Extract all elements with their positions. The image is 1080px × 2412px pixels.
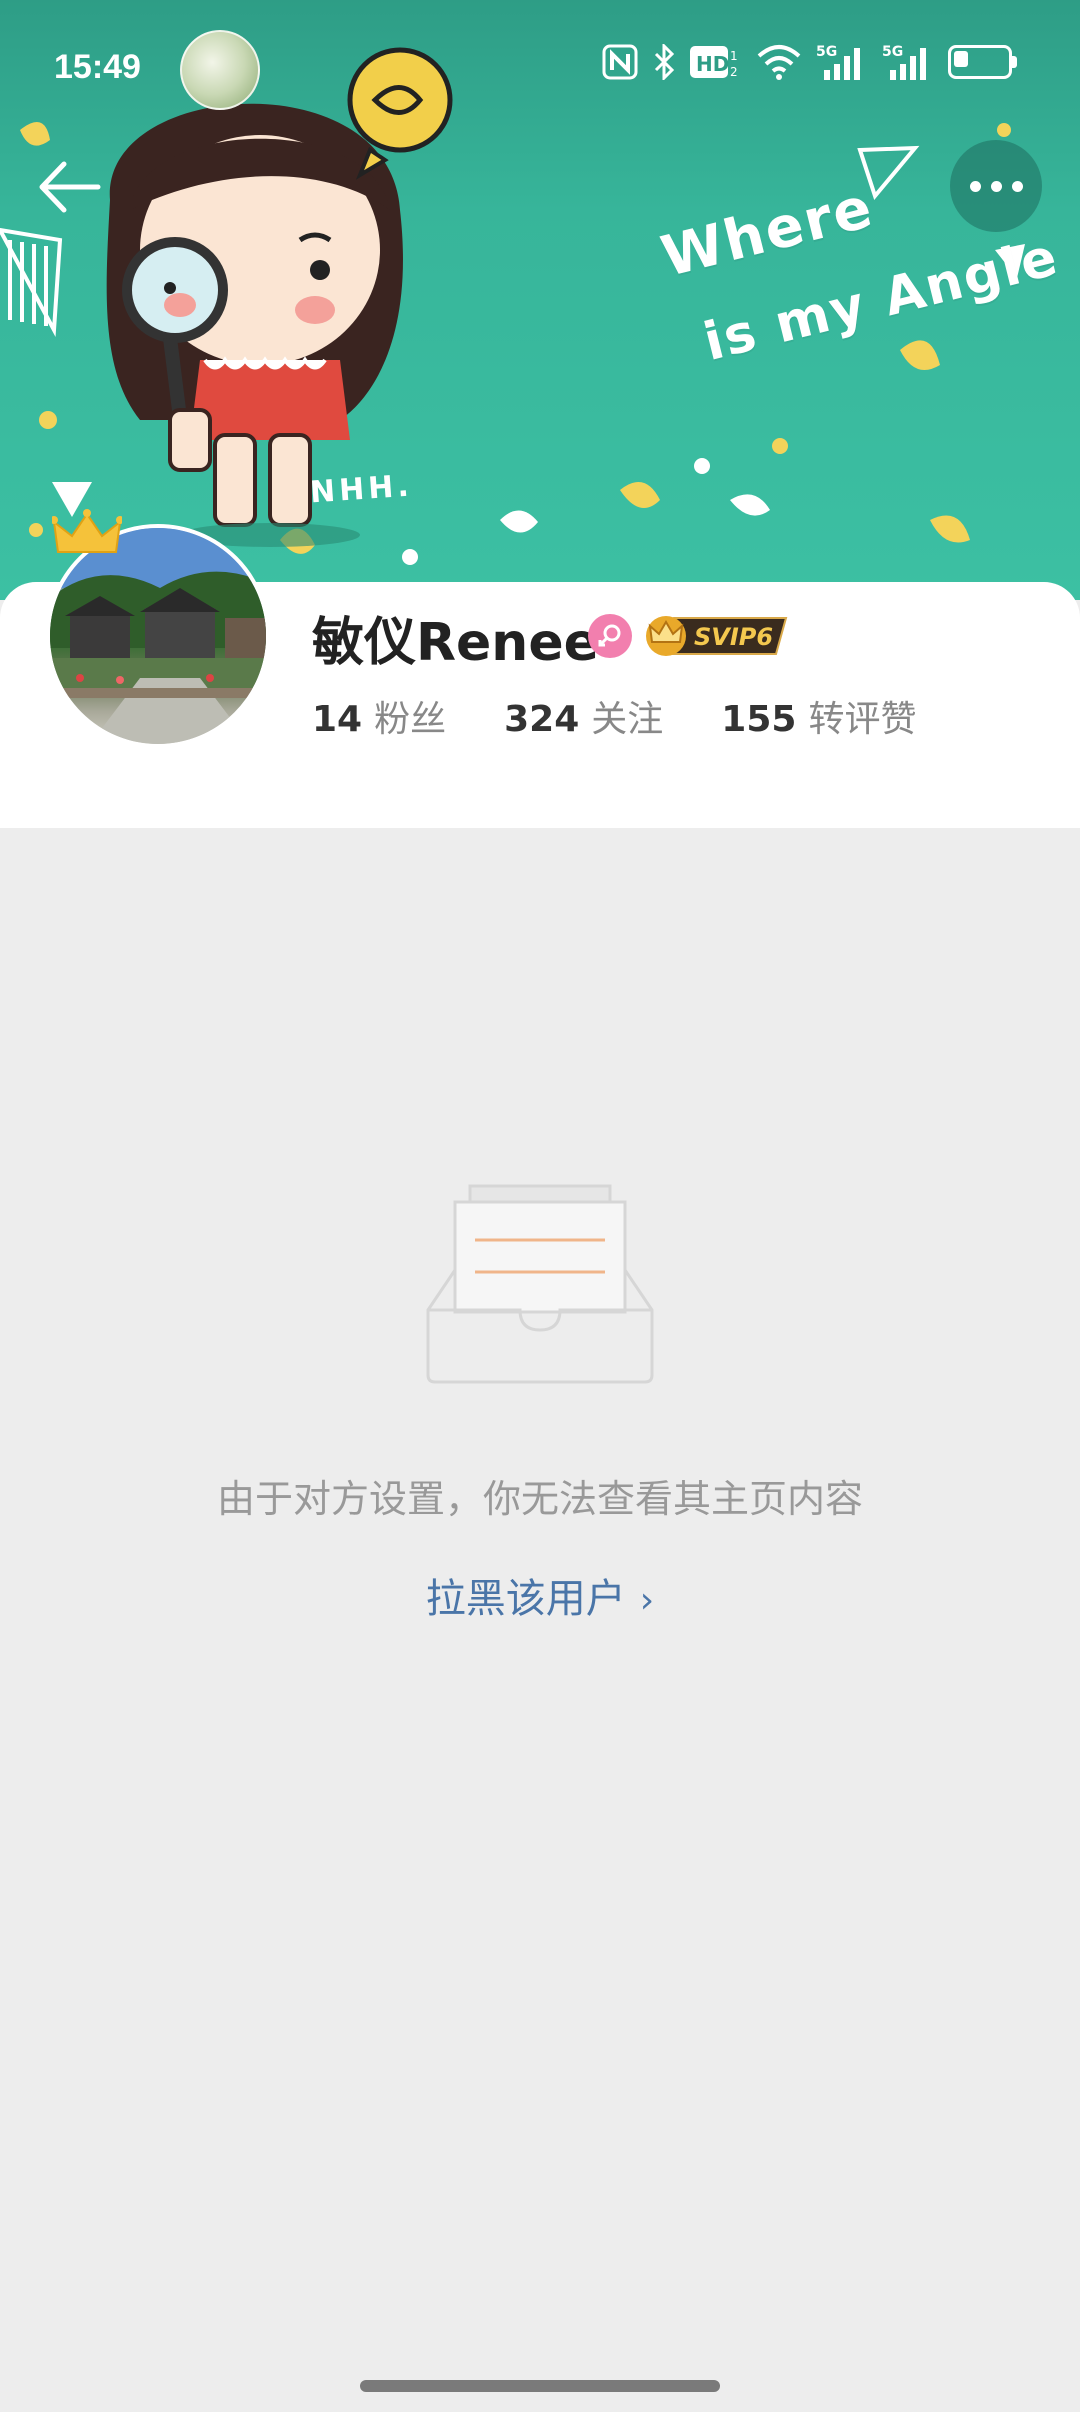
chevron-right-icon: › [639, 1580, 655, 1621]
profile-banner: Where is my Angle NHH. 15:49 HD 1 2 5G 5G [0, 0, 1080, 600]
block-user-label: 拉黑该用户 [425, 1576, 626, 1622]
block-user-link[interactable]: 拉黑该用户 › [0, 1566, 1080, 1624]
stat-following-label: 关注 [591, 699, 664, 740]
svg-text:1: 1 [730, 49, 738, 63]
stat-interactions-count: 155 [721, 699, 797, 740]
empty-inbox-icon [426, 1184, 654, 1384]
stat-following[interactable]: 324 关注 [504, 690, 663, 742]
profile-stats: 14 粉丝 324 关注 155 转评赞 [312, 690, 916, 742]
crown-icon [52, 509, 122, 553]
home-indicator[interactable] [360, 2380, 720, 2392]
svip-label: SVIP6 [694, 623, 773, 651]
more-options-button[interactable] [950, 140, 1042, 232]
nfc-icon [602, 44, 638, 80]
wifi-icon [757, 45, 801, 80]
status-notification-avatar [180, 30, 260, 110]
svip-badge[interactable]: SVIP6 [644, 610, 792, 660]
stat-fans-count: 14 [312, 699, 363, 740]
stat-fans-label: 粉丝 [374, 699, 447, 740]
avatar-container[interactable] [46, 509, 270, 748]
status-icons: HD 1 2 5G 5G [602, 42, 1017, 82]
svg-text:5G: 5G [816, 44, 837, 60]
female-gender-icon [588, 614, 632, 658]
more-dot-icon [1011, 180, 1023, 192]
back-arrow-icon[interactable] [34, 152, 114, 222]
stat-interactions[interactable]: 155 转评赞 [721, 690, 916, 742]
banner-signature: NHH. [308, 468, 414, 511]
bluetooth-icon [654, 44, 675, 80]
status-time: 15:49 [54, 48, 141, 86]
profile-name: 敏仪Renee [312, 613, 599, 673]
empty-state-message: 由于对方设置，你无法查看其主页内容 [216, 1477, 863, 1521]
more-dot-icon [969, 180, 981, 192]
more-dot-icon [990, 180, 1002, 192]
stat-fans[interactable]: 14 粉丝 [312, 690, 446, 742]
stat-interactions-label: 转评赞 [808, 699, 917, 740]
avatar-photo [50, 528, 266, 744]
svg-text:5G: 5G [882, 44, 903, 60]
status-bar: 15:49 HD 1 2 5G 5G [0, 0, 1080, 140]
stat-following-count: 324 [504, 699, 580, 740]
svg-text:HD: HD [696, 52, 729, 76]
signal-5g-1-icon: 5G [816, 44, 860, 80]
svg-text:2: 2 [730, 65, 738, 79]
signal-5g-2-icon: 5G [882, 44, 926, 80]
battery-icon [948, 45, 1017, 79]
hd-icon: HD 1 2 [690, 46, 738, 79]
